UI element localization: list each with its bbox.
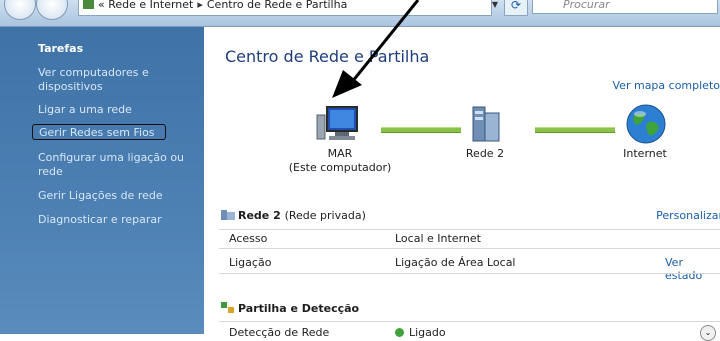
breadcrumb[interactable]: « Rede e Internet ▸ Centro de Rede e Parti… — [78, 0, 492, 16]
connection-line — [381, 127, 461, 133]
breadcrumb-prefix: « — [98, 0, 105, 11]
breadcrumb-item-centro[interactable]: Centro de Rede e Partilha — [207, 0, 347, 11]
breadcrumb-item-rede-internet[interactable]: Rede e Internet — [108, 0, 193, 11]
network-discovery-value: Ligado — [409, 326, 446, 339]
address-bar: « Rede e Internet ▸ Centro de Rede e Parti… — [0, 0, 720, 27]
network-section-icon — [221, 210, 235, 220]
forward-button[interactable] — [36, 0, 68, 20]
chevron-down-icon[interactable]: ▼ — [488, 0, 502, 14]
sharing-section-title: Partilha e Detecção — [238, 302, 360, 315]
computer-icon[interactable] — [315, 103, 361, 143]
view-full-map-link[interactable]: Ver mapa completo — [613, 79, 720, 92]
view-status-link[interactable]: Ver estado — [665, 256, 720, 282]
access-label: Acesso — [229, 232, 268, 245]
internet-node-label: Internet — [623, 147, 667, 160]
network-node-label: Rede 2 — [465, 147, 505, 160]
expand-icon[interactable]: ⌄ — [700, 325, 716, 341]
sidebar-item-ligar-rede[interactable]: Ligar a uma rede — [38, 103, 198, 117]
sidebar: Tarefas Ver computadores e dispositivos … — [0, 27, 204, 334]
network-type: (Rede privada) — [284, 209, 366, 222]
main-content: Centro de Rede e Partilha Ver mapa compl… — [205, 27, 720, 341]
divider — [219, 229, 720, 230]
network-discovery-label: Detecção de Rede — [229, 326, 330, 339]
status-on-icon — [395, 328, 404, 337]
sidebar-item-gerir-redes-sem-fios[interactable]: Gerir Redes sem Fios — [32, 124, 166, 140]
network-icon — [83, 0, 94, 9]
computer-name: MAR — [327, 147, 353, 160]
computer-subtitle: (Este computador) — [288, 161, 392, 174]
breadcrumb-separator: ▸ — [197, 0, 203, 11]
back-button[interactable] — [4, 0, 36, 20]
refresh-icon[interactable]: ⟳ — [504, 0, 528, 16]
sidebar-item-configurar-ligacao[interactable]: Configurar uma ligação ou rede — [38, 151, 198, 179]
internet-globe-icon[interactable] — [625, 103, 667, 145]
divider — [219, 273, 720, 274]
divider — [219, 321, 720, 322]
network-section-header: Rede 2 (Rede privada) Personalizar — [205, 204, 720, 228]
network-name: Rede 2 — [238, 209, 281, 222]
sidebar-item-gerir-ligacoes[interactable]: Gerir Ligações de rede — [38, 189, 198, 203]
divider — [219, 248, 720, 249]
sidebar-item-diagnosticar[interactable]: Diagnosticar e reparar — [38, 213, 198, 227]
connection-label: Ligação — [229, 256, 272, 269]
page-title: Centro de Rede e Partilha — [225, 47, 430, 66]
sharing-icon — [221, 302, 234, 313]
network-icon[interactable] — [467, 105, 505, 145]
customize-link[interactable]: Personalizar — [656, 209, 720, 222]
connection-line-internet — [535, 127, 615, 133]
sidebar-item-ver-computadores[interactable]: Ver computadores e dispositivos — [38, 66, 198, 94]
access-value: Local e Internet — [395, 232, 481, 245]
network-section-title: Rede 2 (Rede privada) — [238, 209, 366, 222]
sharing-section-header: Partilha e Detecção — [205, 297, 720, 321]
sidebar-title: Tarefas — [38, 42, 84, 55]
search-input[interactable]: Procurar — [532, 0, 718, 14]
connection-value: Ligação de Área Local — [395, 256, 516, 269]
